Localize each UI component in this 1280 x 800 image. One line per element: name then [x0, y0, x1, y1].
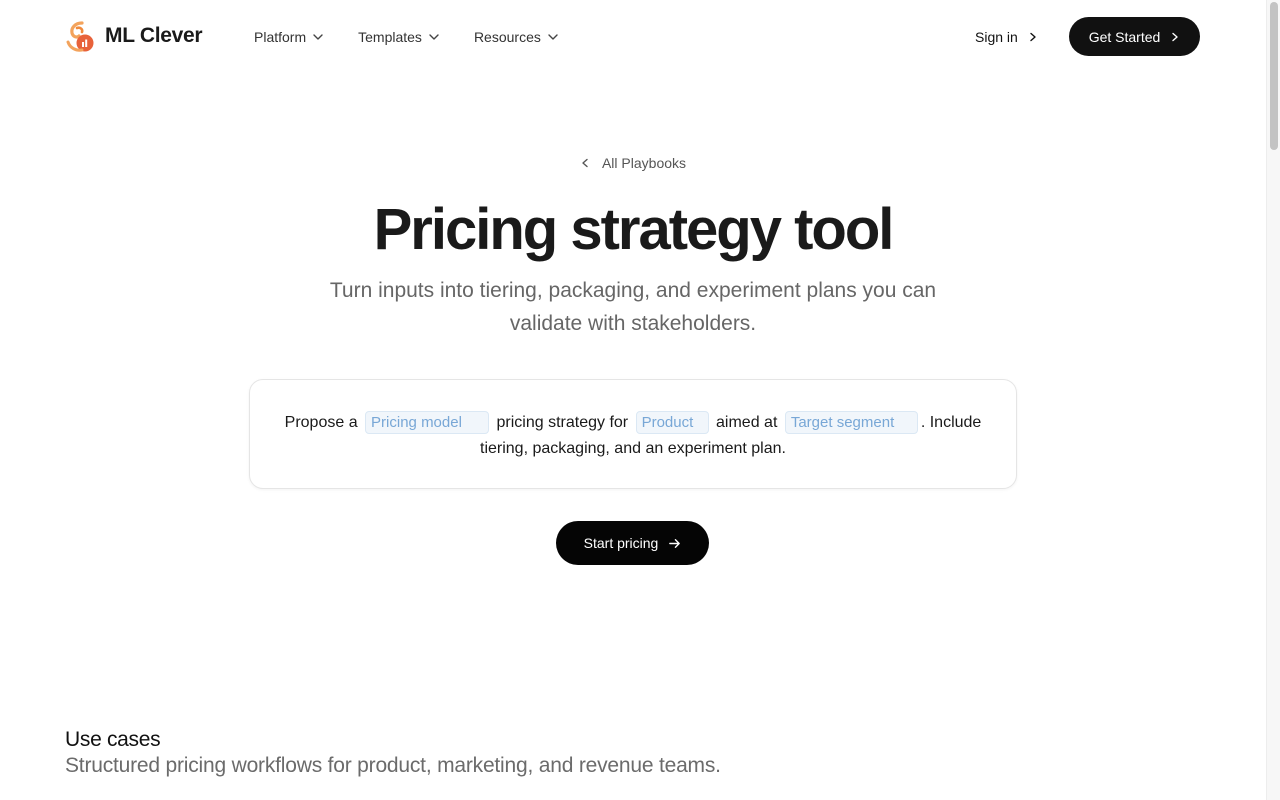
sign-in-link[interactable]: Sign in	[975, 26, 1038, 48]
scrollbar-thumb[interactable]	[1270, 2, 1278, 150]
logo[interactable]: ML Clever	[65, 20, 203, 52]
prompt-text: aimed at	[716, 414, 778, 431]
start-pricing-label: Start pricing	[583, 535, 659, 551]
target-segment-input[interactable]	[784, 411, 918, 435]
ml-clever-logo-icon	[66, 21, 94, 52]
nav-item-label: Platform	[254, 29, 307, 45]
nav-item-resources[interactable]: Resources	[474, 26, 559, 48]
nav-item-label: Resources	[473, 29, 541, 45]
product-input[interactable]	[635, 411, 709, 435]
use-cases-heading: Use cases	[65, 728, 161, 751]
pricing-model-input[interactable]	[365, 411, 490, 435]
nav-item-platform[interactable]: Platform	[254, 26, 324, 48]
sign-in-label: Sign in	[975, 29, 1018, 45]
prompt-text: pricing strategy for	[496, 414, 629, 431]
nav-item-label: Templates	[358, 29, 422, 45]
chevron-down-icon	[429, 34, 439, 40]
get-started-button[interactable]: Get Started	[1069, 17, 1200, 56]
prompt-template-card: Propose a pricing strategy for aimed at …	[249, 379, 1017, 489]
start-pricing-button[interactable]: Start pricing	[556, 521, 709, 565]
use-cases-subtitle: Structured pricing workflows for product…	[65, 754, 721, 777]
chevron-right-icon	[1172, 32, 1178, 41]
nav-item-templates[interactable]: Templates	[358, 26, 440, 48]
main-nav: Platform Templates Resources	[254, 26, 593, 48]
page-subtitle: Turn inputs into tiering, packaging, and…	[329, 279, 937, 335]
prompt-text: Propose a	[284, 414, 358, 431]
brand-name: ML Clever	[105, 24, 203, 47]
page-scrollbar[interactable]	[1266, 0, 1280, 800]
chevron-down-icon	[548, 34, 558, 40]
page-title: Pricing strategy tool	[373, 197, 895, 262]
chevron-down-icon	[313, 34, 323, 40]
site-header: ML Clever Platform Templates Resources S…	[0, 0, 1266, 73]
all-playbooks-link[interactable]: All Playbooks	[0, 153, 1266, 173]
back-link-label: All Playbooks	[601, 155, 687, 171]
chevron-left-icon	[582, 158, 588, 168]
get-started-label: Get Started	[1088, 28, 1161, 45]
chevron-right-icon	[1030, 32, 1036, 42]
arrow-right-icon	[669, 538, 681, 548]
